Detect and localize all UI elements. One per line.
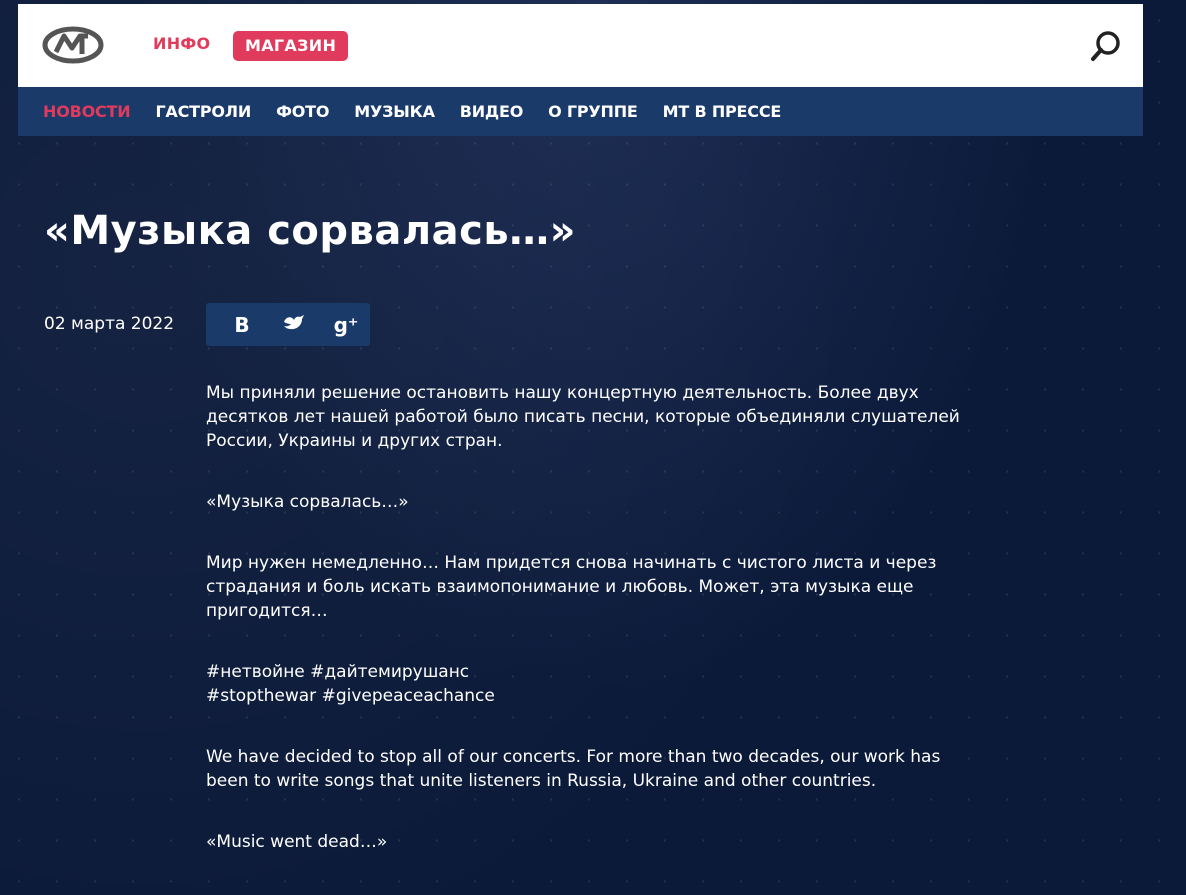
twitter-bird-icon[interactable] [278, 312, 310, 337]
main-nav: НОВОСТИ ГАСТРОЛИ ФОТО МУЗЫКА ВИДЕО О ГРУ… [18, 87, 1143, 136]
hashtags-paragraph: #нетвойне #дайтемирушанс #stopthewar #gi… [206, 662, 495, 706]
nav-item-about[interactable]: О ГРУППЕ [548, 102, 638, 121]
article-paragraph: Мир нужен немедленно… Нам придется снова… [206, 553, 937, 621]
article-title: «Музыка сорвалась…» [44, 208, 576, 254]
nav-item-tours[interactable]: ГАСТРОЛИ [155, 102, 251, 121]
article-paragraph: Мы приняли решение остановить нашу конце… [206, 383, 960, 451]
article-paragraph: We have decided to stop all of our conce… [206, 747, 941, 791]
nav-item-video[interactable]: ВИДЕО [460, 102, 524, 121]
article-date: 02 марта 2022 [44, 314, 175, 334]
mt-logo-icon[interactable] [42, 26, 104, 64]
shop-button[interactable]: МАГАЗИН [233, 31, 349, 61]
nav-item-press[interactable]: МТ В ПРЕССЕ [663, 102, 782, 121]
gplus-share-button[interactable]: g⁺ [330, 313, 362, 337]
vk-share-button[interactable]: В [226, 313, 258, 337]
nav-item-photo[interactable]: ФОТО [276, 102, 329, 121]
search-icon[interactable] [1089, 29, 1123, 63]
article-paragraph: «Music went dead…» [206, 832, 388, 852]
info-link[interactable]: ИНФО [153, 34, 210, 53]
top-header: ИНФО МАГАЗИН [18, 4, 1143, 87]
nav-item-news[interactable]: НОВОСТИ [43, 102, 131, 121]
article-paragraph: «Музыка сорвалась…» [206, 492, 409, 512]
share-bar: В g⁺ [206, 303, 370, 346]
article-body: Мы приняли решение остановить нашу конце… [206, 381, 966, 891]
nav-item-music[interactable]: МУЗЫКА [354, 102, 435, 121]
